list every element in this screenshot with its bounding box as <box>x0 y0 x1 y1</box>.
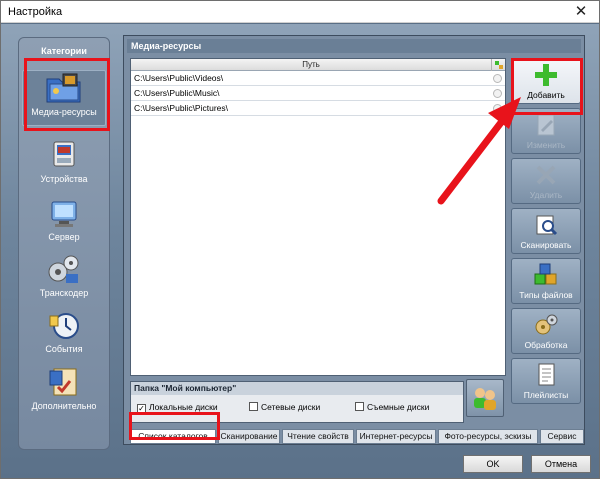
table-row[interactable]: C:\Users\Public\Pictures\ <box>131 101 505 116</box>
directory-list[interactable]: Путь C:\Users\Public\Videos\ C:\Users\Pu… <box>130 58 506 376</box>
folder-title: Папка "Мой компьютер" <box>131 382 463 395</box>
tab-service[interactable]: Сервис <box>540 429 584 444</box>
window-title: Настройка <box>8 6 63 18</box>
my-computer-folder-box: Папка "Мой компьютер" ✓ Локальные диски С… <box>130 381 464 423</box>
add-button[interactable]: Добавить <box>511 58 581 104</box>
removable-disks-checkbox[interactable]: Съемные диски <box>355 402 429 412</box>
checkbox-unchecked-icon <box>249 402 258 411</box>
users-button[interactable] <box>466 379 504 417</box>
local-disks-checkbox[interactable]: ✓ Локальные диски <box>137 402 218 413</box>
list-header: Путь <box>131 59 505 71</box>
checkbox-label: Съемные диски <box>367 402 430 412</box>
bottom-tabs: Список каталогов Сканирование Чтение сво… <box>130 429 585 445</box>
playlist-document-icon <box>533 363 559 387</box>
transcoder-icon <box>44 252 84 286</box>
media-folder-icon <box>44 71 84 105</box>
file-types-button[interactable]: Типы файлов <box>511 258 581 304</box>
row-path: C:\Users\Public\Music\ <box>134 88 220 98</box>
button-label: Изменить <box>526 140 566 150</box>
button-label: Обработка <box>524 340 568 350</box>
tab-internet-resources[interactable]: Интернет-ресурсы <box>356 429 436 444</box>
sidebar-item-label: Медиа-ресурсы <box>31 107 97 117</box>
media-resources-panel: Медиа-ресурсы Путь C:\Users\Public\Video… <box>123 35 585 445</box>
scan-magnifier-icon <box>533 213 559 237</box>
devices-icon <box>44 138 84 172</box>
button-label: Сканировать <box>520 240 572 250</box>
tab-read-properties[interactable]: Чтение свойств <box>282 429 354 444</box>
panel-title: Медиа-ресурсы <box>127 39 581 53</box>
sidebar-item-transcoder[interactable]: Транскодер <box>22 252 106 308</box>
close-icon[interactable]: ✕ <box>567 3 595 21</box>
add-plus-icon <box>533 63 559 87</box>
checkbox-label: Локальные диски <box>149 402 218 412</box>
column-path[interactable]: Путь <box>131 59 491 71</box>
edit-icon <box>533 113 559 137</box>
sidebar-item-label: Дополнительно <box>31 401 97 411</box>
client-area: Категории Медиа-ресурсы Устройства Серве… <box>1 24 599 478</box>
sidebar-item-label: Сервер <box>48 232 80 242</box>
categories-sidebar: Категории Медиа-ресурсы Устройства Серве… <box>18 37 110 450</box>
edit-button[interactable]: Изменить <box>511 108 581 154</box>
tab-directory-list[interactable]: Список каталогов <box>130 429 216 444</box>
tab-scanning[interactable]: Сканирование <box>218 429 280 444</box>
button-label: Типы файлов <box>519 290 573 300</box>
processing-button[interactable]: Обработка <box>511 308 581 354</box>
network-disks-checkbox[interactable]: Сетевые диски <box>249 402 320 412</box>
table-row[interactable]: C:\Users\Public\Videos\ <box>131 71 505 86</box>
button-label: Добавить <box>527 90 565 100</box>
sidebar-item-label: Транскодер <box>39 288 89 298</box>
sidebar-header: Категории <box>41 46 87 56</box>
column-status-icon[interactable] <box>491 59 505 71</box>
processing-gears-icon <box>533 313 559 337</box>
users-icon <box>474 388 496 410</box>
scan-button[interactable]: Сканировать <box>511 208 581 254</box>
sidebar-item-server[interactable]: Сервер <box>22 196 106 252</box>
button-label: Удалить <box>529 190 563 200</box>
settings-window: Настройка ✕ Категории Медиа-ресурсы Устр… <box>0 0 600 479</box>
sidebar-item-label: Устройства <box>40 174 88 184</box>
sidebar-item-label: События <box>45 344 83 354</box>
row-status-radio[interactable] <box>493 89 502 98</box>
row-path: C:\Users\Public\Pictures\ <box>134 103 228 113</box>
sidebar-item-devices[interactable]: Устройства <box>22 138 106 194</box>
events-icon <box>44 308 84 342</box>
row-path: C:\Users\Public\Videos\ <box>134 73 224 83</box>
delete-button[interactable]: Удалить <box>511 158 581 204</box>
sidebar-item-events[interactable]: События <box>22 308 106 364</box>
cancel-button[interactable]: Отмена <box>531 455 591 473</box>
additional-icon <box>44 365 84 399</box>
title-bar: Настройка ✕ <box>1 1 599 23</box>
row-status-radio[interactable] <box>493 104 502 113</box>
server-icon <box>44 196 84 230</box>
checkbox-label: Сетевые диски <box>261 402 321 412</box>
sidebar-item-additional[interactable]: Дополнительно <box>22 365 106 421</box>
sidebar-item-media[interactable]: Медиа-ресурсы <box>22 70 106 126</box>
file-types-cubes-icon <box>533 263 559 287</box>
checkbox-unchecked-icon <box>355 402 364 411</box>
row-status-radio[interactable] <box>493 74 502 83</box>
checkbox-checked-icon: ✓ <box>137 404 146 413</box>
button-label: Плейлисты <box>523 390 569 400</box>
tab-photo-resources[interactable]: Фото-ресурсы, эскизы <box>438 429 538 444</box>
playlists-button[interactable]: Плейлисты <box>511 358 581 404</box>
table-row[interactable]: C:\Users\Public\Music\ <box>131 86 505 101</box>
delete-icon <box>533 163 559 187</box>
ok-button[interactable]: OK <box>463 455 523 473</box>
